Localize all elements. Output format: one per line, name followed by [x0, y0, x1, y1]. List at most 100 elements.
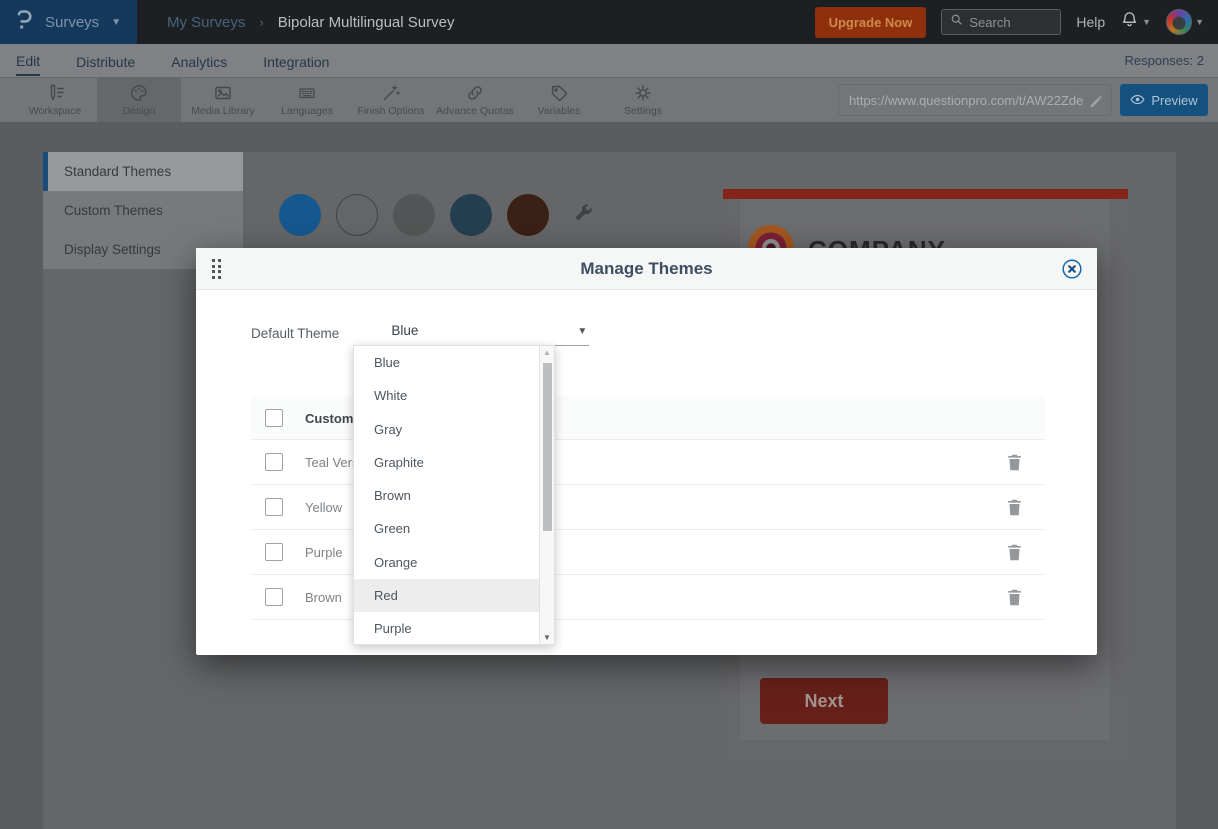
tab-edit[interactable]: Edit: [16, 46, 40, 76]
theme-swatch-blue[interactable]: [279, 194, 321, 236]
toolbar-item-label: Design: [123, 105, 156, 117]
product-switcher[interactable]: Surveys ▼: [0, 0, 137, 44]
trash-icon[interactable]: [1007, 499, 1022, 521]
toolbar-item-variables[interactable]: Variables: [517, 78, 601, 122]
dropdown-option[interactable]: Red: [354, 579, 554, 612]
help-link[interactable]: Help: [1076, 14, 1105, 30]
topbar-actions: Upgrade Now Help ▼ ▼: [815, 7, 1218, 38]
tag-icon: [549, 83, 569, 103]
bell-icon: [1120, 10, 1139, 35]
gear-icon: [633, 83, 653, 103]
theme-swatch-graphite[interactable]: [450, 194, 492, 236]
section-tabs: Edit Distribute Analytics Integration Re…: [0, 44, 1218, 78]
scroll-down-icon[interactable]: ▼: [540, 633, 554, 642]
toolbar-item-label: Advance Quotas: [436, 105, 514, 117]
global-search[interactable]: [941, 9, 1061, 35]
toolbar-item-workspace[interactable]: Workspace: [13, 78, 97, 122]
toolbar-item-finish-options[interactable]: Finish Options: [349, 78, 433, 122]
toolbar-item-advance-quotas[interactable]: Advance Quotas: [433, 78, 517, 122]
edit-pencil-icon[interactable]: [1088, 92, 1104, 113]
scroll-up-icon[interactable]: ▲: [540, 348, 554, 357]
dropdown-option[interactable]: Orange: [354, 546, 554, 579]
chevron-down-icon: ▼: [577, 326, 587, 337]
questionpro-logo-icon: [13, 8, 35, 37]
upgrade-now-button[interactable]: Upgrade Now: [815, 7, 927, 38]
dropdown-option[interactable]: Gray: [354, 413, 554, 446]
link-icon: [465, 83, 485, 103]
dropdown-options: Blue White Gray Graphite Brown Green Ora…: [354, 346, 554, 646]
tab-distribute[interactable]: Distribute: [76, 47, 135, 75]
search-input[interactable]: [969, 15, 1049, 30]
preview-button[interactable]: Preview: [1120, 84, 1208, 116]
dropdown-option[interactable]: Green: [354, 512, 554, 545]
scrollbar-thumb[interactable]: [543, 363, 552, 531]
preview-button-label: Preview: [1151, 93, 1197, 108]
dropdown-option[interactable]: Brown: [354, 479, 554, 512]
theme-name: Yellow: [305, 500, 342, 515]
toolbar-items: Workspace Design Media Library Languages…: [13, 78, 685, 122]
drag-handle[interactable]: [212, 259, 221, 279]
toolbar-item-label: Variables: [538, 105, 581, 117]
dropdown-option[interactable]: Graphite: [354, 446, 554, 479]
toolbar-item-settings[interactable]: Settings: [601, 78, 685, 122]
palette-icon: [129, 83, 149, 103]
keyboard-icon: [297, 83, 317, 103]
sidebar-item-custom-themes[interactable]: Custom Themes: [43, 191, 243, 230]
dropdown-option[interactable]: Blue: [354, 346, 554, 379]
dropdown-option[interactable]: White: [354, 379, 554, 412]
theme-name: Purple: [305, 545, 343, 560]
survey-url-input[interactable]: [839, 93, 1111, 108]
breadcrumb-my-surveys[interactable]: My Surveys: [167, 14, 245, 31]
row-checkbox[interactable]: [265, 588, 283, 606]
row-checkbox[interactable]: [265, 498, 283, 516]
breadcrumb: My Surveys › Bipolar Multilingual Survey: [167, 14, 454, 31]
row-checkbox[interactable]: [265, 453, 283, 471]
toolbar-item-label: Languages: [281, 105, 333, 117]
sidebar-item-standard-themes[interactable]: Standard Themes: [43, 152, 243, 191]
tab-integration[interactable]: Integration: [263, 47, 329, 75]
select-all-checkbox[interactable]: [265, 409, 283, 427]
theme-swatch-brown[interactable]: [507, 194, 549, 236]
dropdown-option[interactable]: Purple: [354, 612, 554, 645]
theme-dropdown-list: Blue White Gray Graphite Brown Green Ora…: [353, 345, 555, 645]
wrench-icon[interactable]: [572, 202, 594, 229]
default-theme-label: Default Theme: [251, 326, 339, 341]
trash-icon[interactable]: [1007, 544, 1022, 566]
workspace-icon: [45, 83, 65, 103]
questionpro-design-screen: Surveys ▼ My Surveys › Bipolar Multiling…: [0, 0, 1218, 829]
toolbar-item-languages[interactable]: Languages: [265, 78, 349, 122]
trash-icon[interactable]: [1007, 589, 1022, 611]
default-theme-row: Default Theme Blue ▼: [251, 323, 589, 346]
modal-title: Manage Themes: [580, 259, 712, 279]
tab-analytics[interactable]: Analytics: [171, 47, 227, 75]
default-theme-select[interactable]: Blue ▼: [389, 323, 589, 346]
chevron-down-icon: ▼: [1142, 17, 1151, 27]
brand-label: Surveys: [45, 14, 99, 31]
next-button[interactable]: Next: [760, 678, 888, 724]
close-icon[interactable]: [1061, 258, 1083, 285]
toolbar-item-label: Media Library: [191, 105, 255, 117]
preview-accent-bar: [723, 189, 1128, 199]
edit-toolbar: Workspace Design Media Library Languages…: [0, 78, 1218, 122]
chevron-down-icon: ▼: [111, 17, 121, 28]
notifications-menu[interactable]: ▼: [1120, 10, 1151, 35]
toolbar-item-design[interactable]: Design: [97, 78, 181, 122]
toolbar-item-media-library[interactable]: Media Library: [181, 78, 265, 122]
survey-url-box: [838, 84, 1112, 116]
chevron-down-icon: ▼: [1195, 17, 1204, 27]
magic-wand-icon: [381, 83, 401, 103]
dropdown-scrollbar[interactable]: ▲ ▼: [539, 346, 554, 644]
theme-swatch-white[interactable]: [336, 194, 378, 236]
search-icon: [950, 13, 963, 31]
row-checkbox[interactable]: [265, 543, 283, 561]
trash-icon[interactable]: [1007, 454, 1022, 476]
account-menu[interactable]: ▼: [1166, 9, 1204, 35]
breadcrumb-separator-icon: ›: [259, 15, 263, 30]
selected-theme-value: Blue: [391, 323, 418, 338]
toolbar-item-label: Finish Options: [357, 105, 424, 117]
responses-count[interactable]: Responses: 2: [1125, 53, 1205, 68]
theme-swatches: [279, 194, 594, 236]
theme-swatch-gray[interactable]: [393, 194, 435, 236]
avatar: [1166, 9, 1192, 35]
modal-header: Manage Themes: [196, 248, 1097, 290]
